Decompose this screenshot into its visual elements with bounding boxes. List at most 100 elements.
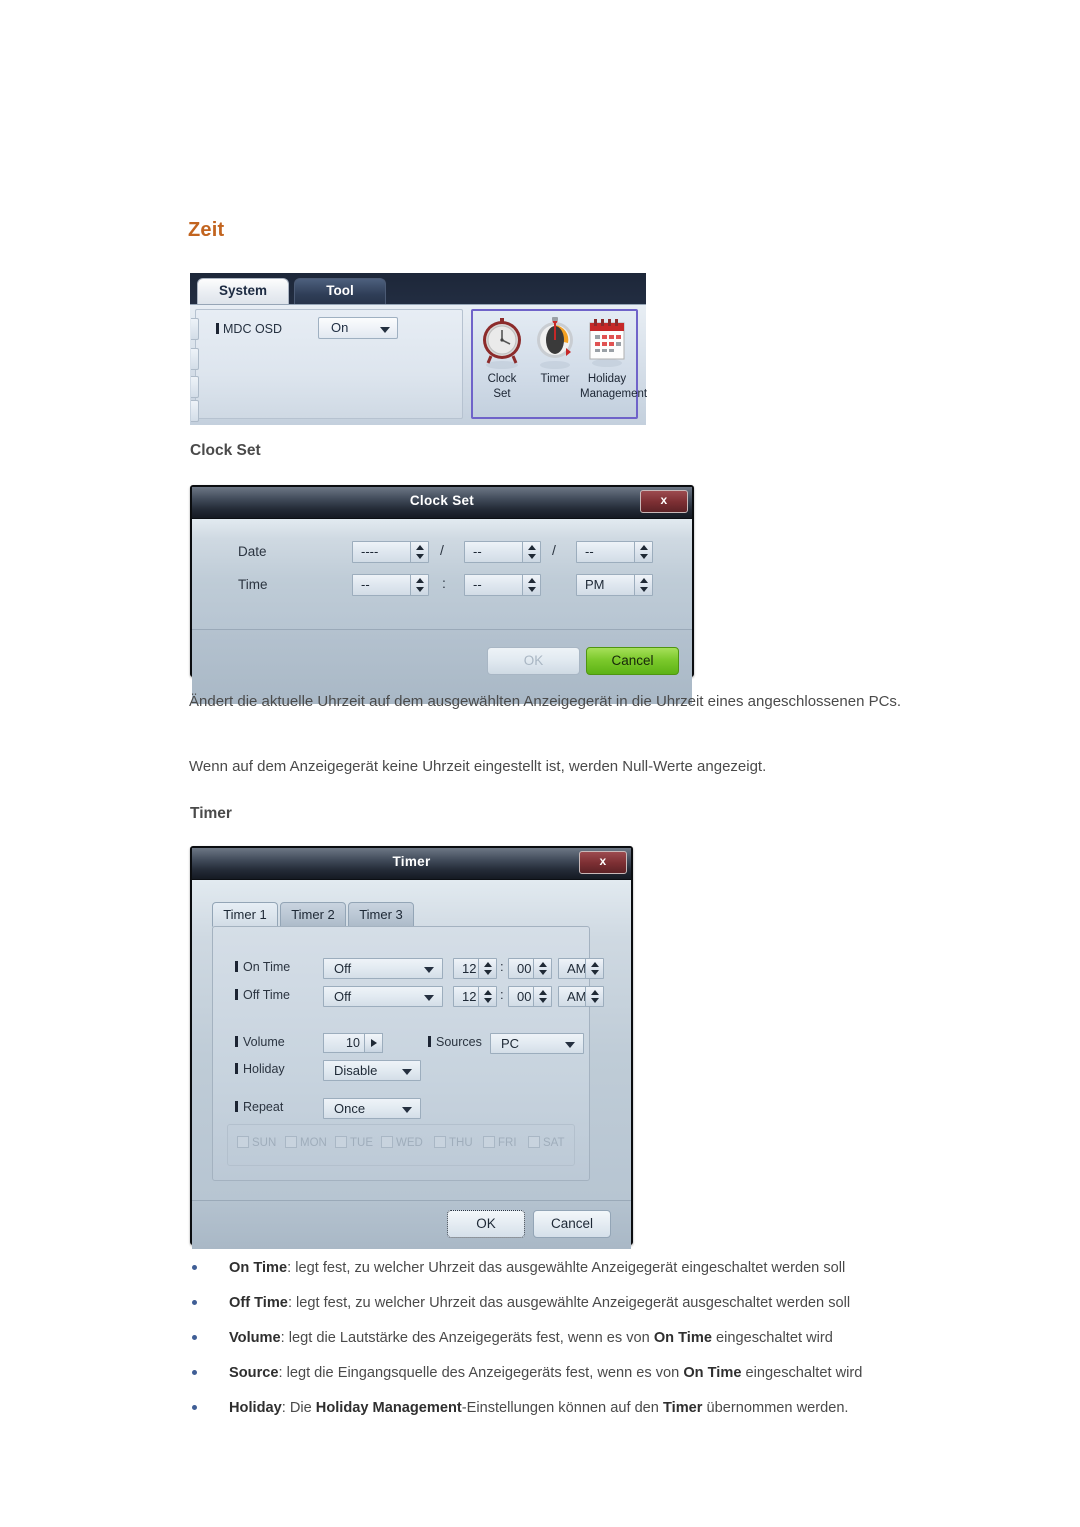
spinner-arrows-icon[interactable] [478,959,496,978]
checkbox-icon[interactable] [483,1136,495,1148]
bullet-dot-icon [192,1300,197,1305]
close-icon[interactable]: x [640,490,688,513]
volume-label: Volume [235,1035,285,1049]
bullet-text: : legt die Lautstärke des Anzeigegeräts … [280,1330,654,1346]
off-time-minute-spinner[interactable]: 00 [508,986,552,1007]
timer-body: Timer 1 Timer 2 Timer 3 On Time Off 12 : [192,880,631,1200]
label-marker-icon [235,961,238,972]
time-meridiem-spinner[interactable]: PM [576,574,653,596]
checkbox-wed[interactable]: WED [381,1136,423,1149]
holiday-dropdown[interactable]: Disable [323,1060,421,1081]
date-month-spinner[interactable]: -- [464,541,541,563]
bullet-term-2: On Time [683,1365,742,1381]
volume-increase-icon[interactable] [364,1034,382,1052]
checkbox-icon[interactable] [335,1136,347,1148]
spinner-arrows-icon[interactable] [634,575,652,595]
spinner-arrows-icon[interactable] [585,987,603,1006]
clock-set-ok-button[interactable]: OK [487,647,580,675]
timer-ok-button[interactable]: OK [447,1210,525,1238]
mdc-osd-dropdown[interactable]: On [318,317,398,339]
bullet-dot-icon [192,1405,197,1410]
bullet-text: : legt die Eingangsquelle des Anzeigeger… [278,1365,684,1381]
spinner-arrows-icon[interactable] [585,959,603,978]
bullet-text: : legt fest, zu welcher Uhrzeit das ausg… [287,1260,846,1276]
on-time-hour-spinner[interactable]: 12 [453,958,497,979]
time-minute-spinner[interactable]: -- [464,574,541,596]
label-marker-icon [235,1063,238,1074]
tab-tool[interactable]: Tool [294,278,386,305]
spinner-arrows-icon[interactable] [410,575,428,595]
clock-set-icon-button[interactable]: Clock Set [475,315,529,400]
label-marker-icon [235,1036,238,1047]
bullet-term-2: Holiday Management [315,1400,462,1416]
checkbox-fri[interactable]: FRI [483,1136,517,1149]
bullet-dot-icon [192,1335,197,1340]
spinner-arrows-icon[interactable] [522,542,540,562]
mdc-settings-panel: System Tool MDC OSD On Clock Set Timer H… [190,273,648,425]
time-hour-spinner[interactable]: -- [352,574,429,596]
list-item: Source: legt die Eingangsquelle des Anze… [189,1363,1049,1383]
date-year-spinner[interactable]: ---- [352,541,429,563]
bullet-text-2: -Einstellungen können auf den [461,1400,663,1416]
chevron-down-icon [380,327,390,333]
sources-label: Sources [428,1035,482,1049]
chevron-down-icon [424,967,434,973]
checkbox-icon[interactable] [528,1136,540,1148]
spinner-arrows-icon[interactable] [410,542,428,562]
checkbox-sat[interactable]: SAT [528,1136,565,1149]
panel-stub-1 [191,318,199,340]
on-time-meridiem-spinner[interactable]: AM [558,958,604,979]
clock-set-title-text: Clock Set [409,493,475,508]
calendar-icon [580,315,634,371]
bullet-term: Off Time [229,1295,288,1311]
timer-cancel-button[interactable]: Cancel [533,1210,611,1238]
sources-dropdown[interactable]: PC [490,1033,584,1054]
mdc-tab-content: MDC OSD On Clock Set Timer Holiday Manag… [190,304,648,425]
bullet-text-2: eingeschaltet wird [741,1365,863,1381]
close-icon[interactable]: x [579,851,627,874]
date-separator-2: / [552,542,556,558]
checkbox-thu[interactable]: THU [434,1136,473,1149]
off-time-hour-spinner[interactable]: 12 [453,986,497,1007]
timer-options-list: On Time: legt fest, zu welcher Uhrzeit d… [189,1258,1049,1433]
spinner-arrows-icon[interactable] [533,987,551,1006]
timer-titlebar: Timer x [192,848,631,880]
section-heading-clock-set: Clock Set [190,442,261,459]
chevron-down-icon [402,1069,412,1075]
bullet-text: : legt fest, zu welcher Uhrzeit das ausg… [287,1295,851,1311]
checkbox-tue[interactable]: TUE [335,1136,373,1149]
holiday-management-icon-button[interactable]: Holiday Management [580,315,648,400]
clock-set-description-2: Wenn auf dem Anzeigegerät keine Uhrzeit … [189,758,767,775]
tab-timer-1[interactable]: Timer 1 [212,902,278,927]
bullet-term: On Time [229,1260,288,1276]
on-time-minute-spinner[interactable]: 00 [508,958,552,979]
spinner-arrows-icon[interactable] [634,542,652,562]
off-time-mode-dropdown[interactable]: Off [323,986,443,1007]
bullet-term: Holiday [229,1400,282,1416]
checkbox-icon[interactable] [285,1136,297,1148]
off-time-meridiem-spinner[interactable]: AM [558,986,604,1007]
label-marker-icon [428,1036,431,1047]
spinner-arrows-icon[interactable] [522,575,540,595]
holiday-label-line2: Management [580,387,648,400]
repeat-dropdown[interactable]: Once [323,1098,421,1119]
checkbox-mon[interactable]: MON [285,1136,327,1149]
clock-set-cancel-button[interactable]: Cancel [586,647,679,675]
checkbox-sun[interactable]: SUN [237,1136,276,1149]
spinner-arrows-icon[interactable] [478,987,496,1006]
volume-stepper[interactable]: 10 [323,1033,383,1053]
checkbox-icon[interactable] [381,1136,393,1148]
spinner-arrows-icon[interactable] [533,959,551,978]
tab-system[interactable]: System [197,278,289,305]
tab-timer-3[interactable]: Timer 3 [348,902,414,927]
timer-footer: OK Cancel [192,1200,631,1249]
timer-icon-button[interactable]: Timer [528,315,582,386]
checkbox-icon[interactable] [237,1136,249,1148]
label-marker-icon [235,989,238,1000]
mdc-osd-label: MDC OSD [216,322,282,336]
date-separator-1: / [440,542,444,558]
on-time-mode-dropdown[interactable]: Off [323,958,443,979]
date-day-spinner[interactable]: -- [576,541,653,563]
checkbox-icon[interactable] [434,1136,446,1148]
tab-timer-2[interactable]: Timer 2 [280,902,346,927]
